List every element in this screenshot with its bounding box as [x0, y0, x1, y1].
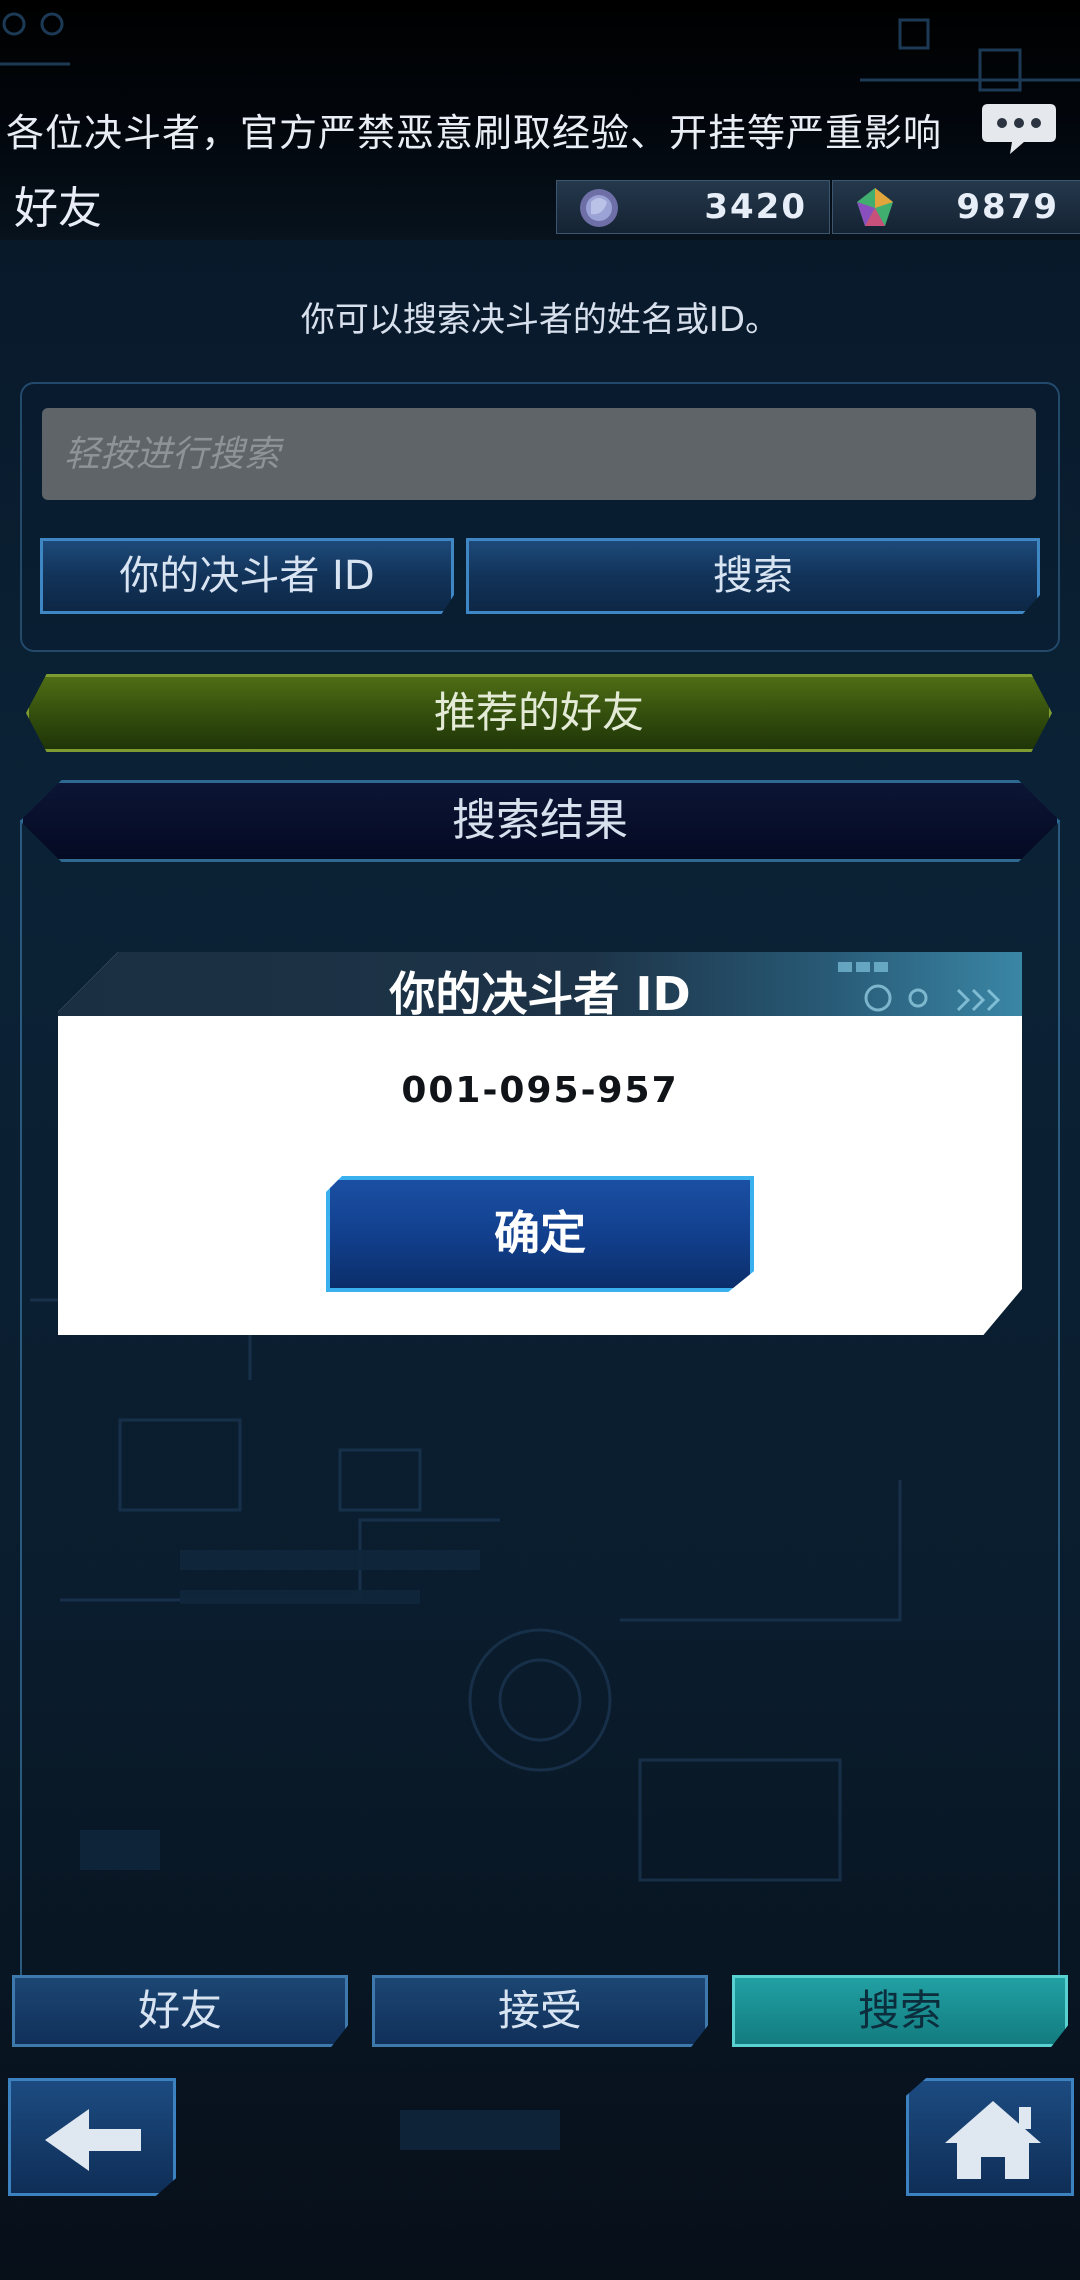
page-title: 好友 [14, 183, 102, 234]
duelist-id-value: 001-095-957 [401, 1070, 679, 1111]
chat-bubble-icon [982, 104, 1056, 154]
search-input[interactable] [42, 408, 1036, 500]
orb-currency: 3420 [556, 180, 830, 234]
announcement-ticker: 各位决斗者，官方严禁恶意刷取经验、开挂等严重影响 [6, 111, 943, 155]
orb-count: 3420 [704, 187, 807, 227]
orb-icon [580, 189, 618, 227]
recommended-friends-button[interactable]: 推荐的好友 [26, 674, 1052, 752]
your-duelist-id-button[interactable]: 你的决斗者 ID [40, 538, 454, 614]
search-hint: 你可以搜索决斗者的姓名或ID。 [300, 300, 780, 340]
tab-friends[interactable]: 好友 [12, 1975, 348, 2047]
top-bar: 各位决斗者，官方严禁恶意刷取经验、开挂等严重影响 好友 3420 9879 [0, 0, 1080, 240]
gem-icon [857, 188, 893, 226]
gem-count: 9879 [956, 187, 1059, 227]
gem-currency: 9879 [832, 180, 1080, 234]
dialog-header: 你的决斗者 ID [58, 952, 1022, 1021]
top-decoration [0, 12, 1080, 92]
back-button[interactable] [8, 2078, 176, 2196]
chat-button[interactable] [980, 100, 1058, 156]
tab-accept[interactable]: 接受 [372, 1975, 708, 2047]
arrow-left-icon [45, 2109, 141, 2171]
confirm-button[interactable]: 确定 [326, 1176, 754, 1292]
search-results-header: 搜索结果 [20, 780, 1060, 862]
dialog-title: 你的决斗者 ID [389, 967, 691, 1021]
tab-search[interactable]: 搜索 [732, 1975, 1068, 2047]
home-button[interactable] [906, 2078, 1074, 2196]
home-icon [945, 2101, 1041, 2179]
search-button[interactable]: 搜索 [466, 538, 1040, 614]
